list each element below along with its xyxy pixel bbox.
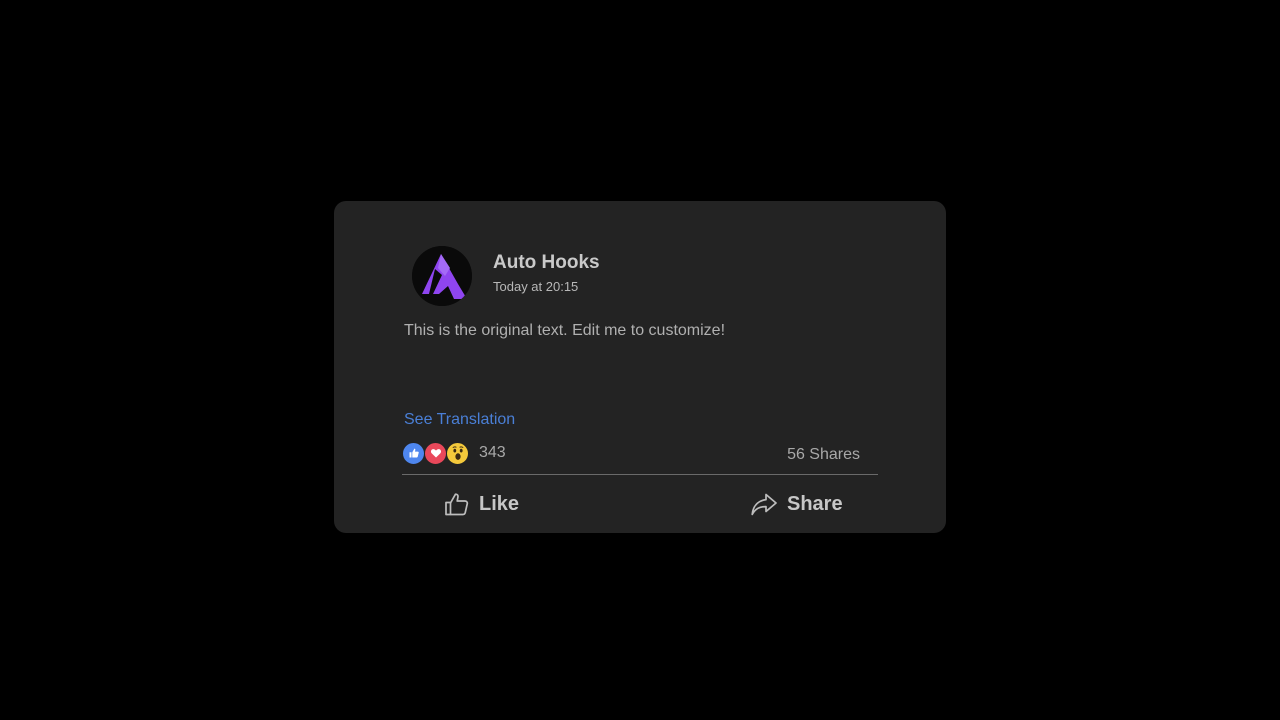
share-button-label: Share xyxy=(787,492,843,515)
post-text: This is the original text. Edit me to cu… xyxy=(404,322,726,339)
love-reaction-icon xyxy=(424,441,447,465)
auto-hooks-logo-icon xyxy=(412,246,472,306)
share-arrow-icon xyxy=(751,493,777,516)
like-button-label: Like xyxy=(479,492,520,515)
shares-count[interactable]: 56 Shares xyxy=(787,446,860,464)
reactions-summary[interactable]: 343 xyxy=(402,440,506,466)
thumbs-up-icon xyxy=(445,493,469,516)
like-button[interactable]: Like xyxy=(444,488,519,520)
wow-reaction-icon xyxy=(446,441,469,465)
divider xyxy=(402,474,878,475)
author-name[interactable]: Auto Hooks xyxy=(493,252,600,274)
post-timestamp[interactable]: Today at 20:15 xyxy=(493,279,578,294)
like-reaction-icon xyxy=(402,441,425,465)
post-card: Auto Hooks Today at 20:15 This is the or… xyxy=(334,201,946,533)
avatar[interactable] xyxy=(412,246,472,306)
see-translation-link[interactable]: See Translation xyxy=(404,411,515,429)
share-button[interactable]: Share xyxy=(750,488,843,520)
reaction-count: 343 xyxy=(479,444,506,461)
